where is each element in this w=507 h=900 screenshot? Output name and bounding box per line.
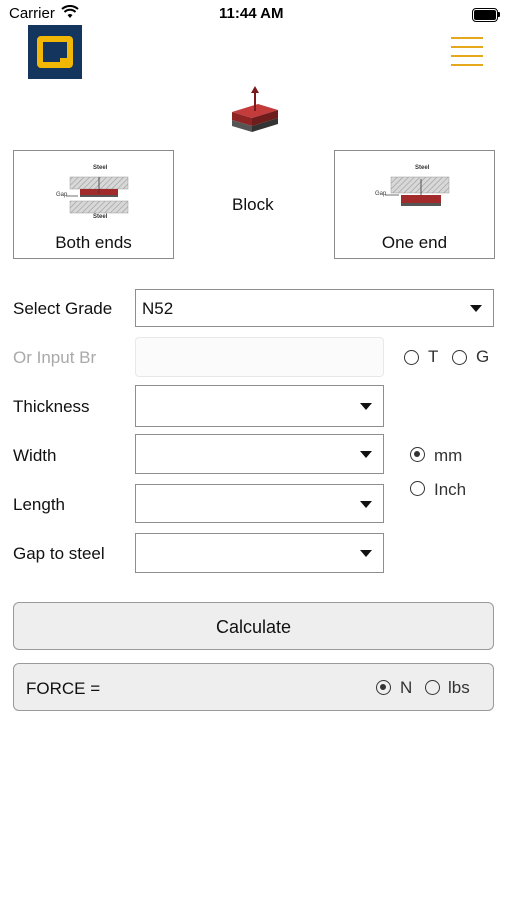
- both-ends-diagram-icon: Steel Gap Steel: [56, 165, 136, 221]
- logo-notch: [60, 58, 70, 64]
- battery-icon: [472, 8, 498, 22]
- clock: 11:44 AM: [219, 5, 284, 22]
- battery-tip-icon: [498, 12, 500, 17]
- both-ends-card[interactable]: Steel Gap Steel Both ends: [13, 150, 174, 259]
- grade-select[interactable]: N52: [135, 289, 494, 327]
- thickness-select[interactable]: [135, 385, 384, 427]
- unit-lbs-radio[interactable]: [425, 680, 440, 695]
- length-select[interactable]: [135, 484, 384, 523]
- block-magnet-icon[interactable]: [226, 86, 282, 136]
- wifi-icon: [61, 5, 79, 23]
- app-logo[interactable]: [28, 25, 82, 79]
- chevron-down-icon: [360, 451, 372, 458]
- unit-mm-radio[interactable]: [410, 447, 425, 462]
- unit-n-label: N: [400, 678, 413, 697]
- length-label: Length: [13, 495, 65, 514]
- grade-label: Select Grade: [13, 299, 113, 318]
- carrier-label: Carrier: [9, 5, 55, 22]
- both-ends-label: Both ends: [55, 233, 132, 252]
- unit-inch-radio[interactable]: [410, 481, 425, 496]
- steel-tag-top: Steel: [93, 165, 108, 171]
- one-end-label: One end: [381, 233, 448, 252]
- chevron-down-icon: [360, 403, 372, 410]
- unit-t-label: T: [428, 347, 439, 366]
- calculate-label: Calculate: [215, 617, 292, 637]
- menu-line-icon: [451, 55, 483, 57]
- menu-line-icon: [451, 46, 483, 48]
- br-input[interactable]: [135, 337, 384, 377]
- status-bar: Carrier 11:44 AM: [0, 0, 507, 28]
- gap-select[interactable]: [135, 533, 384, 573]
- thickness-label: Thickness: [13, 397, 90, 416]
- grade-value: N52: [142, 299, 174, 318]
- unit-g-label: G: [476, 347, 490, 366]
- unit-n-radio[interactable]: [376, 680, 391, 695]
- gap-label: Gap to steel: [13, 544, 105, 563]
- unit-mm-label: mm: [434, 446, 463, 465]
- chevron-down-icon: [470, 305, 482, 312]
- steel-tag-bottom: Steel: [93, 214, 108, 220]
- gap-tag: Gap: [375, 191, 387, 197]
- br-label: Or Input Br: [13, 348, 97, 367]
- chevron-down-icon: [360, 550, 372, 557]
- one-end-card[interactable]: Steel Gap One end: [334, 150, 495, 259]
- chevron-down-icon: [360, 501, 372, 508]
- menu-button[interactable]: [451, 37, 483, 67]
- unit-t-radio[interactable]: [404, 350, 419, 365]
- width-select[interactable]: [135, 434, 384, 474]
- force-result: FORCE = N lbs: [13, 663, 494, 711]
- shape-label: Block: [232, 195, 274, 214]
- menu-line-icon: [451, 64, 483, 66]
- steel-tag: Steel: [415, 165, 430, 171]
- width-label: Width: [13, 446, 57, 465]
- one-end-diagram-icon: Steel Gap: [375, 165, 455, 213]
- unit-g-radio[interactable]: [452, 350, 467, 365]
- unit-inch-label: Inch: [434, 480, 467, 499]
- calculate-button[interactable]: Calculate: [13, 602, 494, 650]
- gap-tag: Gap: [56, 192, 68, 198]
- menu-line-icon: [451, 37, 483, 39]
- force-label: FORCE =: [26, 679, 101, 698]
- unit-lbs-label: lbs: [448, 678, 470, 697]
